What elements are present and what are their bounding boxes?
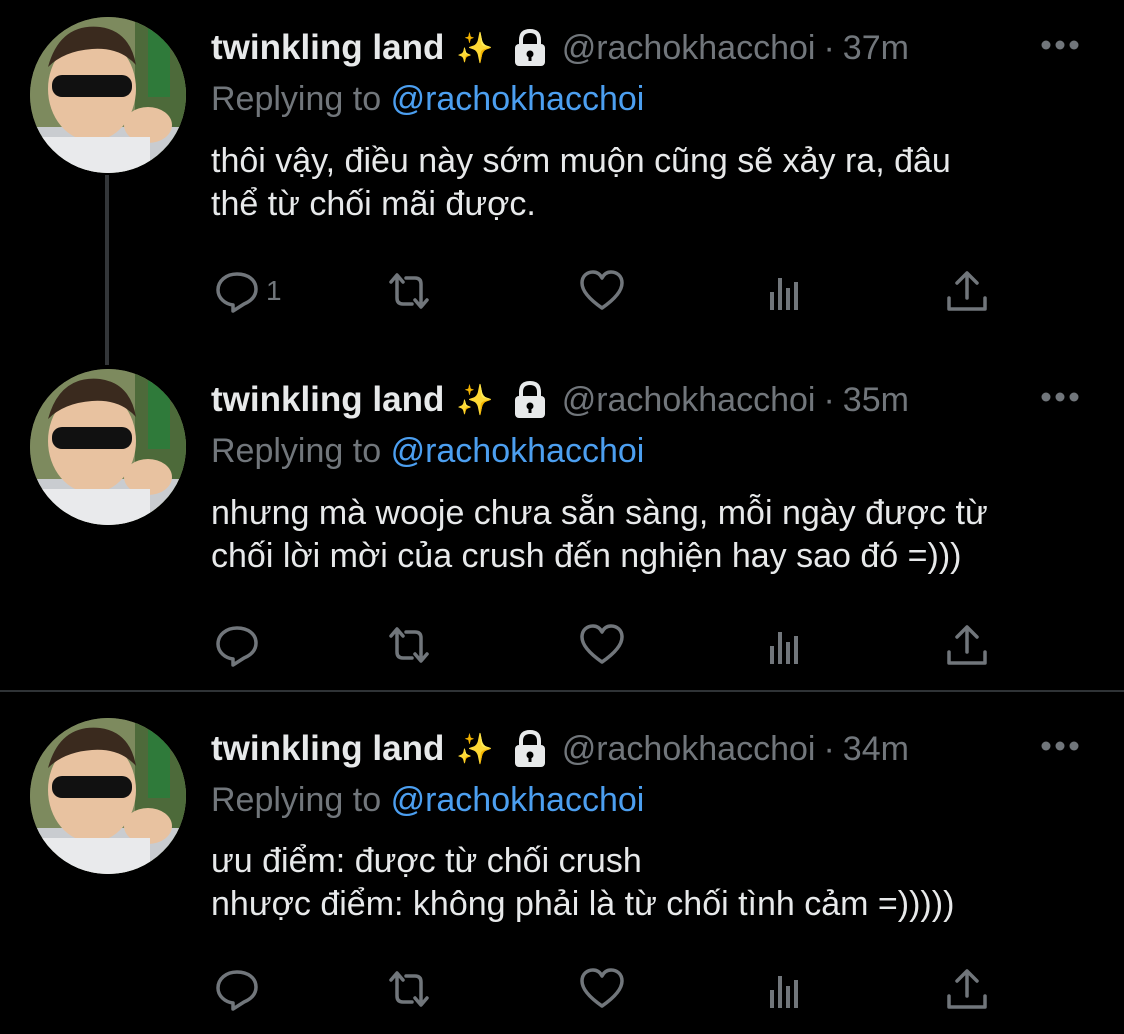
tweet-actions: 1: [214, 268, 994, 314]
share-button[interactable]: [944, 966, 990, 1012]
tweet-text: thôi vậy, điều này sớm muộn cũng sẽ xảy …: [211, 142, 951, 223]
mention-link[interactable]: @rachokhacchoi: [391, 781, 645, 819]
avatar[interactable]: [30, 369, 186, 525]
tweet-timestamp[interactable]: 37m: [843, 29, 909, 68]
like-button[interactable]: [579, 268, 625, 314]
sparkle-emoji: ✨: [456, 732, 494, 766]
replying-to: Replying to @rachokhacchoi: [211, 781, 644, 820]
user-handle[interactable]: @rachokhacchoi: [562, 29, 816, 68]
sparkle-emoji: ✨: [456, 383, 494, 417]
retweet-button[interactable]: [386, 622, 432, 668]
share-icon: [947, 625, 987, 665]
replying-to-label: Replying to: [211, 781, 382, 819]
retweet-icon: [389, 971, 429, 1007]
retweet-icon: [389, 273, 429, 309]
sparkle-emoji: ✨: [456, 31, 494, 65]
tweet[interactable]: twinkling land ✨ @rachokhacchoi · 34m Re…: [0, 692, 1124, 1034]
tweet[interactable]: twinkling land ✨ @rachokhacchoi · 37m Re…: [0, 0, 1124, 352]
replying-to-label: Replying to: [211, 80, 382, 118]
reply-button[interactable]: 1: [214, 268, 282, 314]
reply-button[interactable]: [214, 966, 266, 1012]
replying-to: Replying to @rachokhacchoi: [211, 432, 644, 471]
retweet-button[interactable]: [386, 966, 432, 1012]
views-icon: [770, 278, 798, 310]
lock-icon: [512, 28, 548, 68]
views-button[interactable]: [762, 966, 808, 1012]
tweet[interactable]: twinkling land ✨ @rachokhacchoi · 35m Re…: [0, 352, 1124, 690]
avatar[interactable]: [30, 17, 186, 173]
views-button[interactable]: [762, 268, 808, 314]
display-name[interactable]: twinkling land: [211, 729, 444, 769]
more-options-icon[interactable]: [1040, 390, 1080, 404]
retweet-icon: [389, 627, 429, 663]
lock-icon: [512, 729, 548, 769]
user-handle[interactable]: @rachokhacchoi: [562, 730, 816, 769]
replying-to: Replying to @rachokhacchoi: [211, 80, 644, 119]
tweet-timestamp[interactable]: 35m: [843, 381, 909, 420]
tweet-text: ưu điểm: được từ chối crush nhược điểm: …: [211, 842, 955, 923]
display-name[interactable]: twinkling land: [211, 380, 444, 420]
more-options-icon[interactable]: [1040, 739, 1080, 753]
views-icon: [770, 976, 798, 1008]
lock-icon: [512, 380, 548, 420]
views-button[interactable]: [762, 622, 808, 668]
tweet-timestamp[interactable]: 34m: [843, 730, 909, 769]
share-icon: [947, 271, 987, 311]
user-handle[interactable]: @rachokhacchoi: [562, 381, 816, 420]
tweet-text: nhưng mà wooje chưa sẵn sàng, mỗi ngày đ…: [211, 494, 988, 575]
like-icon: [580, 624, 624, 664]
share-button[interactable]: [944, 622, 990, 668]
like-button[interactable]: [579, 622, 625, 668]
avatar[interactable]: [30, 718, 186, 874]
separator-dot: ·: [823, 380, 835, 419]
replying-to-label: Replying to: [211, 432, 382, 470]
separator-dot: ·: [823, 729, 835, 768]
tweet-actions: [214, 966, 994, 1012]
more-options-icon[interactable]: [1040, 38, 1080, 52]
retweet-button[interactable]: [386, 268, 432, 314]
like-icon: [580, 270, 624, 310]
mention-link[interactable]: @rachokhacchoi: [391, 432, 645, 470]
tweet-actions: [214, 622, 994, 668]
display-name[interactable]: twinkling land: [211, 28, 444, 68]
reply-count: 1: [266, 275, 282, 306]
views-icon: [770, 632, 798, 664]
separator-dot: ·: [823, 28, 835, 67]
share-button[interactable]: [944, 268, 990, 314]
reply-button[interactable]: [214, 622, 266, 668]
like-icon: [580, 968, 624, 1008]
mention-link[interactable]: @rachokhacchoi: [391, 80, 645, 118]
like-button[interactable]: [579, 966, 625, 1012]
reply-icon: [216, 970, 258, 1011]
reply-icon: [216, 626, 258, 667]
share-icon: [947, 969, 987, 1009]
reply-icon: [216, 272, 258, 313]
